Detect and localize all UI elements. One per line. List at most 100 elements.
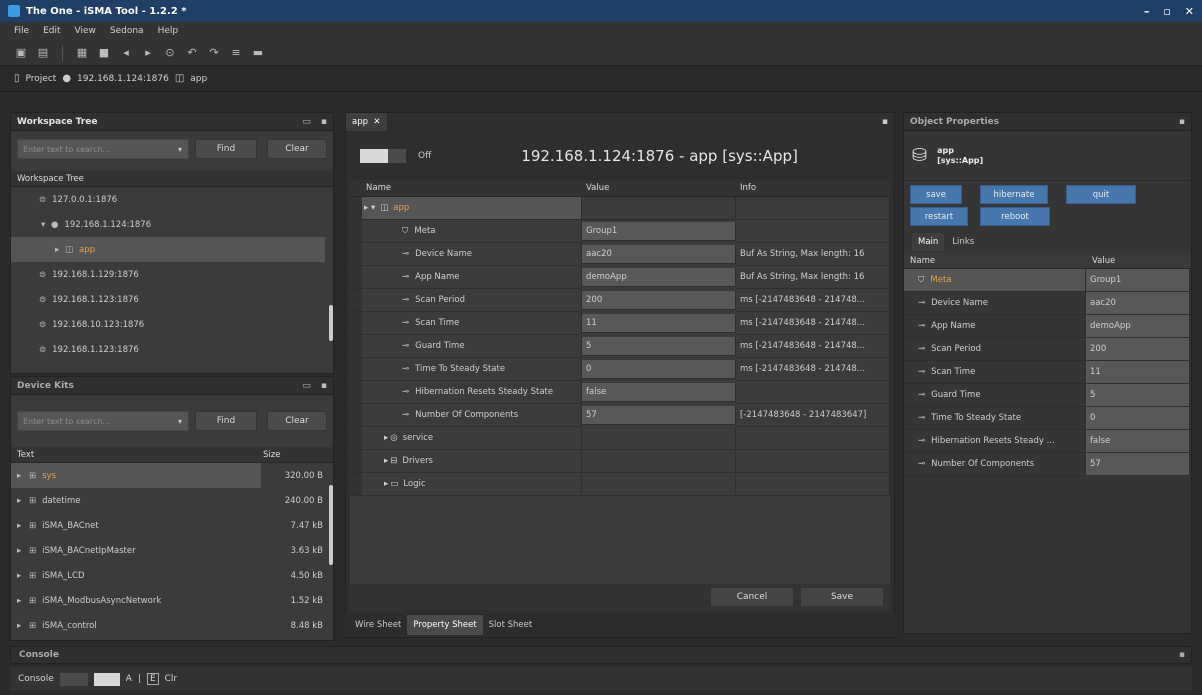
workspace-find-button[interactable]: Find [195, 139, 257, 159]
tab-wire-sheet[interactable]: Wire Sheet [349, 615, 407, 635]
expand-icon[interactable]: ▸ [17, 621, 27, 631]
restore-icon[interactable]: ▭ [302, 381, 311, 391]
tab-property-sheet[interactable]: Property Sheet [407, 615, 483, 635]
property-value-cell[interactable]: 11 [1086, 361, 1190, 384]
tree-item[interactable]: ⊜ 192.168.1.123:1876 [11, 337, 333, 362]
expand-icon[interactable]: ▸ [17, 546, 27, 556]
kits-search-input[interactable]: Enter text to search... ▾ [17, 411, 189, 431]
kit-item[interactable]: ▸ ⊞ iSMA_ModbusAsyncNetwork 1.52 kB [11, 588, 333, 613]
object-property-row[interactable]: ⊸ Number Of Components 57 [904, 453, 1191, 476]
save-action-button[interactable]: save [910, 185, 962, 204]
column-name[interactable]: Name [366, 183, 391, 193]
property-value-cell[interactable]: 200 [582, 291, 736, 310]
property-row[interactable]: ▸ ⊟ Drivers [350, 450, 890, 473]
expand-icon[interactable]: ▸ [17, 571, 27, 581]
tree-item[interactable]: ⊜ 192.168.1.123:1876 [11, 287, 333, 312]
breadcrumb-project[interactable]: Project [26, 74, 57, 84]
property-row[interactable]: ▸ ▭ Logic [350, 473, 890, 496]
reboot-action-button[interactable]: reboot [980, 207, 1050, 226]
expand-icon[interactable]: ▸ [17, 521, 27, 531]
property-value-cell[interactable]: 5 [1086, 384, 1190, 407]
property-value-cell[interactable]: 57 [1086, 453, 1190, 476]
object-property-row[interactable]: ⊸ Scan Time 11 [904, 361, 1191, 384]
property-value-cell[interactable]: false [1086, 430, 1190, 453]
device-icon[interactable]: ▦ [75, 46, 89, 60]
close-icon[interactable]: ✕ [1185, 5, 1194, 18]
pin-icon[interactable]: ▪ [321, 117, 327, 127]
property-value-cell[interactable]: 57 [582, 406, 736, 425]
workspace-search-input[interactable]: Enter text to search... ▾ [17, 139, 189, 159]
tree-item[interactable]: ⊜ 192.168.1.129:1876 [11, 262, 333, 287]
breadcrumb-app[interactable]: app [190, 74, 207, 84]
save-project-icon[interactable]: ▤ [36, 46, 50, 60]
property-value-cell[interactable]: false [582, 383, 736, 402]
object-property-row[interactable]: ⊸ Hibernation Resets Steady ... false [904, 430, 1191, 453]
property-row[interactable]: ▸ ◎ service [350, 427, 890, 450]
menu-help[interactable]: Help [158, 26, 179, 36]
kit-item[interactable]: ▸ ⊞ iSMA_LCD 4.50 kB [11, 563, 333, 588]
object-property-row[interactable]: ⊸ Device Name aac20 [904, 292, 1191, 315]
tree-item[interactable]: ⊜ 127.0.0.1:1876 [11, 187, 333, 212]
console-a-button[interactable]: A [126, 674, 132, 684]
property-row[interactable]: ⊸ Scan Time 11 ms [-2147483648 - 214748... [350, 312, 890, 335]
menu-view[interactable]: View [75, 26, 96, 36]
pin-icon[interactable]: ▪ [882, 117, 888, 127]
tab-main[interactable]: Main [912, 233, 945, 251]
history-icon[interactable]: ⊙ [163, 46, 177, 60]
kit-item[interactable]: ▸ ⊞ iSMA_BACnetIpMaster 3.63 kB [11, 538, 333, 563]
expand-icon[interactable]: ▾ [41, 220, 51, 230]
property-value-cell[interactable]: aac20 [582, 245, 736, 264]
console-input[interactable] [59, 672, 88, 686]
dropdown-icon[interactable]: ▾ [178, 145, 182, 154]
menu-edit[interactable]: Edit [43, 26, 60, 36]
maximize-icon[interactable]: ▫ [1163, 5, 1170, 18]
property-row[interactable]: ⊸ Device Name aac20 Buf As String, Max leng… [350, 243, 890, 266]
tab-slot-sheet[interactable]: Slot Sheet [483, 615, 539, 635]
property-value-cell[interactable]: 0 [582, 360, 736, 379]
column-info[interactable]: Info [740, 183, 756, 193]
expand-icon[interactable]: ▸ [17, 596, 27, 606]
object-property-row[interactable]: ⊸ Guard Time 5 [904, 384, 1191, 407]
close-tab-icon[interactable]: ✕ [373, 117, 380, 127]
tab-links[interactable]: Links [946, 233, 980, 251]
expand-icon[interactable]: ▸ [384, 433, 388, 443]
console-clear-button[interactable]: Clr [165, 674, 178, 684]
toggle-track[interactable] [388, 149, 406, 163]
object-property-row[interactable]: ⛉ Meta Group1 [904, 269, 1191, 292]
kits-scrollbar[interactable] [329, 485, 333, 565]
hibernate-action-button[interactable]: hibernate [980, 185, 1048, 204]
redo-icon[interactable]: ↷ [207, 46, 221, 60]
save-button[interactable]: Save [800, 587, 884, 607]
kit-item[interactable]: ▸ ⊞ iSMA_control 8.48 kB [11, 613, 333, 638]
undo-icon[interactable]: ↶ [185, 46, 199, 60]
property-row[interactable]: ⊸ Number Of Components 57 [-2147483648 - 21… [350, 404, 890, 427]
property-row[interactable]: ⊸ Time To Steady State 0 ms [-2147483648 - … [350, 358, 890, 381]
expand-icon[interactable]: ▸ [17, 471, 27, 481]
tree-item[interactable]: ▸ ◫ app [11, 237, 325, 262]
quit-action-button[interactable]: quit [1066, 185, 1136, 204]
workspace-scrollbar[interactable] [329, 305, 333, 341]
console-color-swatch[interactable] [93, 672, 120, 686]
column-size[interactable]: Size [263, 450, 280, 460]
expand-icon[interactable]: ▸ [55, 245, 65, 255]
property-row[interactable]: ⊸ App Name demoApp Buf As String, Max lengt… [350, 266, 890, 289]
property-value-cell[interactable]: 5 [582, 337, 736, 356]
console-e-button[interactable]: E [146, 673, 159, 685]
restart-action-button[interactable]: restart [910, 207, 968, 226]
workspace-clear-button[interactable]: Clear [267, 139, 327, 159]
tab-app[interactable]: app ✕ [346, 113, 387, 131]
workspace-column-header[interactable]: Workspace Tree [11, 171, 333, 187]
column-value[interactable]: Value [1092, 256, 1115, 266]
list-icon[interactable]: ≡ [229, 46, 243, 60]
expand-icon[interactable]: ▸ [384, 479, 388, 489]
property-value-cell[interactable]: 0 [1086, 407, 1190, 430]
pin-icon[interactable]: ▪ [321, 381, 327, 391]
expand-icon[interactable]: ▸ ▾ [364, 203, 375, 213]
expand-icon[interactable]: ▸ [17, 496, 27, 506]
kit-item[interactable]: ▸ ⊞ iSMA_BACnet 7.47 kB [11, 513, 333, 538]
new-window-icon[interactable]: ▣ [14, 46, 28, 60]
pin-icon[interactable]: ▪ [1179, 117, 1185, 127]
property-row[interactable]: ▸ ▾ ◫ app [350, 197, 890, 220]
tree-item[interactable]: ▾ ● 192.168.1.124:1876 [11, 212, 333, 237]
kit-item[interactable]: ▸ ⊞ datetime 240.00 B [11, 488, 333, 513]
